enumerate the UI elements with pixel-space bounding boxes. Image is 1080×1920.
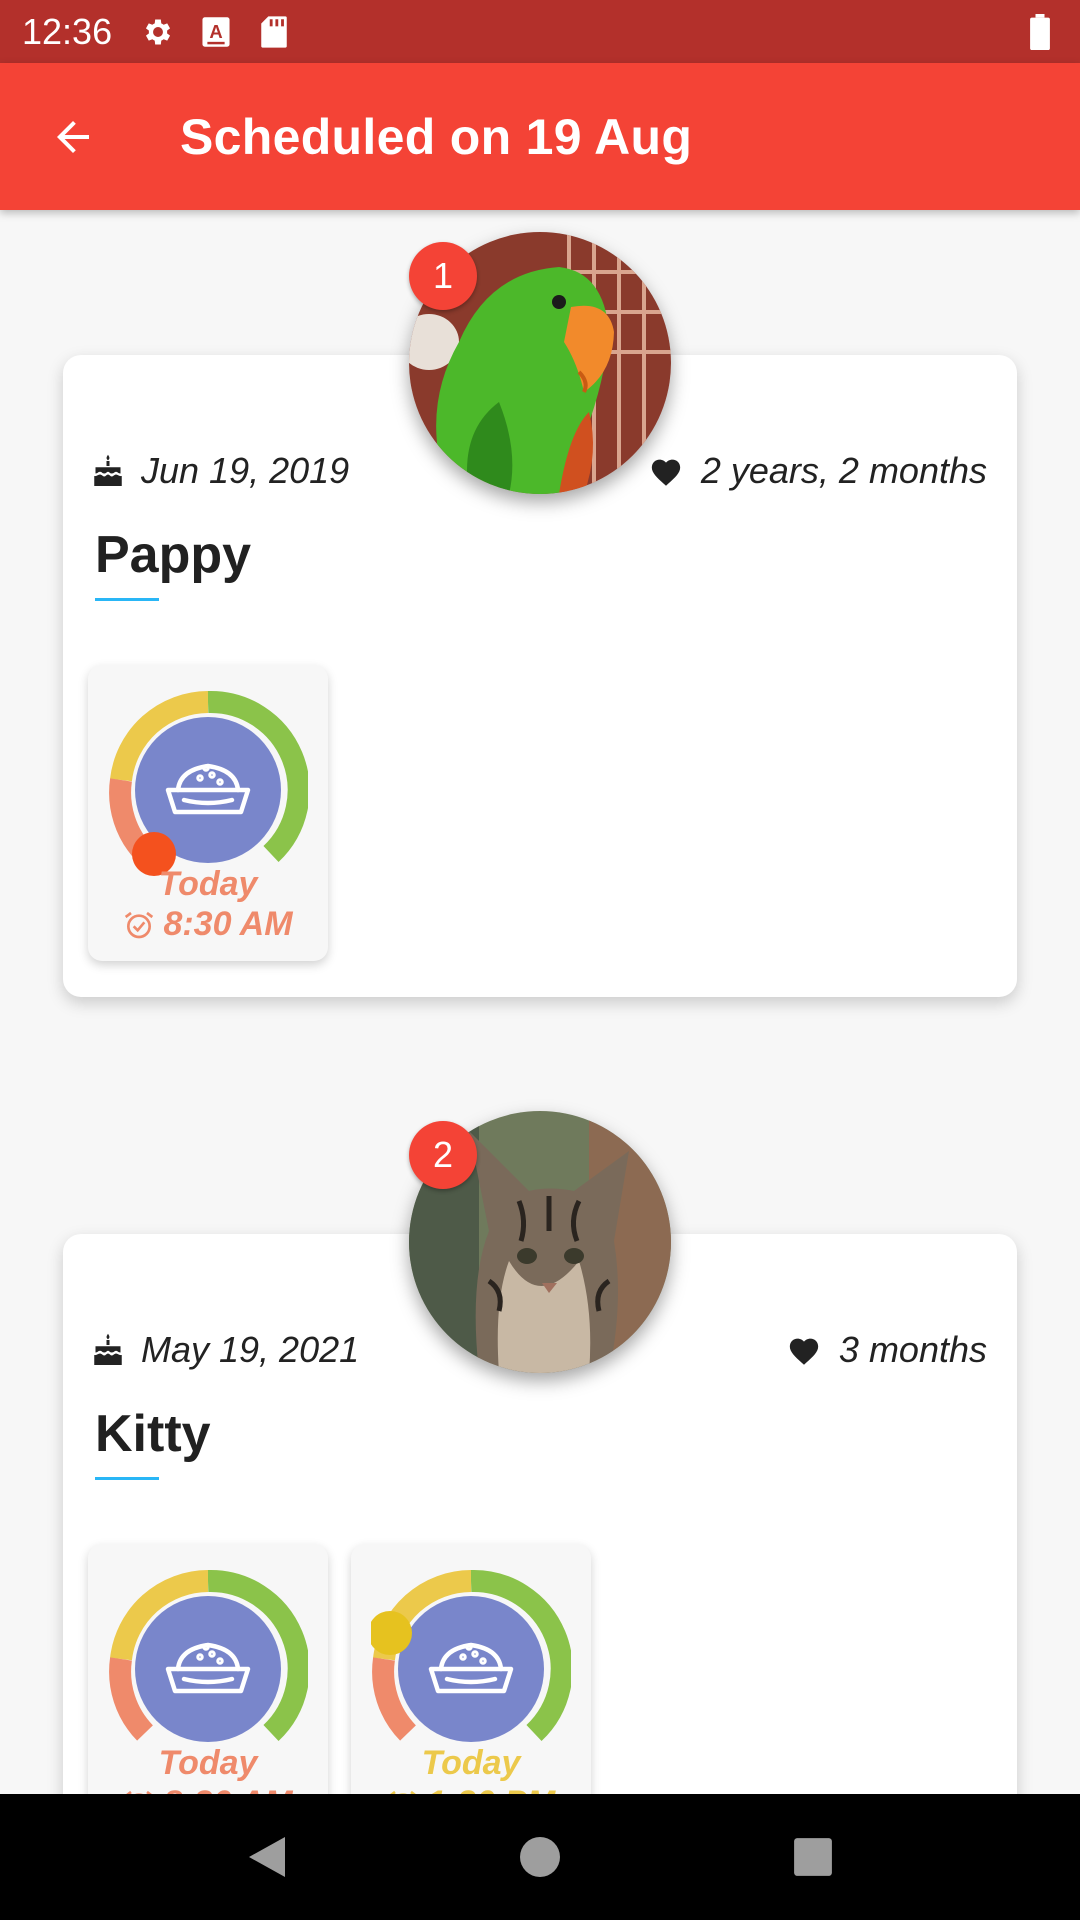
keyboard-a-icon: A bbox=[198, 14, 234, 50]
pet-schedule-list[interactable]: Jun 19, 2019 2 years, 2 months Pappy Tod… bbox=[0, 210, 1080, 1794]
heart-icon bbox=[651, 459, 681, 486]
birthday-meta: May 19, 2021 bbox=[93, 1329, 359, 1371]
battery-icon bbox=[1022, 13, 1058, 50]
feeding-progress-ring bbox=[109, 1569, 308, 1742]
name-underline bbox=[95, 598, 159, 601]
nav-recents-icon bbox=[794, 1838, 833, 1876]
alarm-clock-icon bbox=[125, 911, 154, 938]
nav-back-button[interactable] bbox=[207, 1797, 327, 1917]
page-title: Scheduled on 19 Aug bbox=[180, 108, 693, 165]
system-nav-bar bbox=[0, 1794, 1080, 1920]
pet-name: Pappy bbox=[95, 526, 252, 584]
feeding-day: Today bbox=[421, 1744, 521, 1782]
birthday-cake-icon bbox=[94, 454, 122, 486]
svg-text:A: A bbox=[209, 21, 222, 42]
arrow-back-icon bbox=[57, 120, 89, 153]
feeding-time: 8:30 AM bbox=[163, 1784, 292, 1794]
status-time: 12:36 bbox=[22, 10, 113, 52]
feeding-day: Today bbox=[158, 1744, 258, 1782]
birthday-cake-icon bbox=[94, 1333, 122, 1365]
sd-card-icon bbox=[256, 14, 292, 50]
status-bar: 12:36 A bbox=[0, 0, 1080, 63]
age-meta: 2 years, 2 months bbox=[649, 450, 987, 492]
pet-age: 3 months bbox=[838, 1329, 987, 1370]
pet-index-badge: 2 bbox=[409, 1121, 477, 1189]
name-underline bbox=[95, 1477, 159, 1480]
pet-index-badge: 1 bbox=[409, 242, 477, 310]
feeding-tile[interactable]: Today 8:30 AM bbox=[88, 1544, 328, 1794]
pet-name: Kitty bbox=[95, 1405, 211, 1463]
feeding-time: 8:30 AM bbox=[163, 905, 293, 943]
feeding-day: Today bbox=[158, 865, 258, 903]
feeding-time-row: 8:30 AM bbox=[88, 905, 328, 944]
nav-back-icon bbox=[248, 1837, 285, 1877]
feeding-tile[interactable]: Today 8:30 AM bbox=[88, 665, 328, 961]
feeding-time-row: 8:30 AM bbox=[88, 1784, 328, 1794]
nav-home-icon bbox=[519, 1837, 560, 1877]
app-bar: Scheduled on 19 Aug bbox=[0, 63, 1080, 210]
back-button[interactable] bbox=[18, 82, 128, 192]
heart-icon bbox=[789, 1338, 819, 1365]
feeding-progress-ring bbox=[371, 1569, 571, 1742]
feeding-progress-ring bbox=[109, 690, 308, 876]
pet-birthday: Jun 19, 2019 bbox=[141, 450, 350, 491]
nav-home-button[interactable] bbox=[480, 1797, 600, 1917]
pet-birthday: May 19, 2021 bbox=[141, 1329, 360, 1370]
age-meta: 3 months bbox=[787, 1329, 987, 1371]
gear-icon bbox=[140, 14, 176, 50]
nav-recents-button[interactable] bbox=[753, 1797, 873, 1917]
pet-age: 2 years, 2 months bbox=[700, 450, 987, 491]
feeding-time-row: 1:30 PM bbox=[351, 1784, 591, 1794]
birthday-meta: Jun 19, 2019 bbox=[93, 450, 349, 492]
feeding-time: 1:30 PM bbox=[427, 1784, 556, 1794]
feeding-tile[interactable]: Today 1:30 PM bbox=[351, 1544, 591, 1794]
